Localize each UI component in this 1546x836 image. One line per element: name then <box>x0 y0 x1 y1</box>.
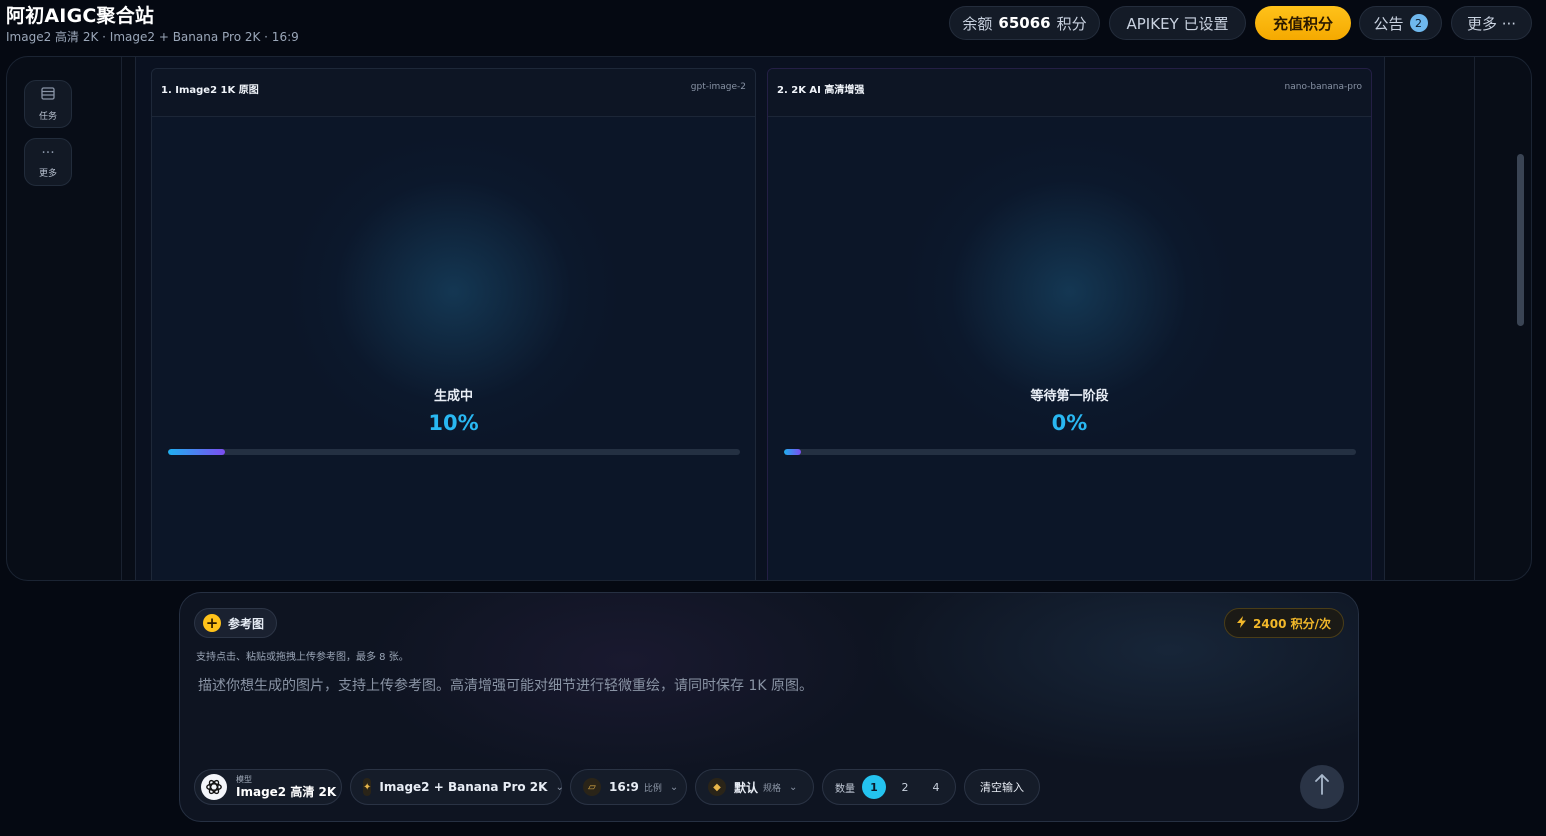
workspace: 任务 ··· 更多 1. Image2 1K 原图 gpt-image-2 生成… <box>6 56 1532 581</box>
count-label: 数量 <box>835 783 855 795</box>
progress-fill <box>168 449 226 455</box>
card-status: 等待第一阶段 <box>1030 389 1109 404</box>
balance-value: 65066 <box>998 14 1051 32</box>
card-title: 1. Image2 1K 原图 <box>161 85 259 96</box>
count-option-1[interactable]: 1 <box>862 775 886 799</box>
card-title: 2. 2K AI 高清增强 <box>777 85 865 96</box>
spec-selector[interactable]: ◆ 默认 规格 ⌄ <box>695 769 814 805</box>
cost-label: 2400 积分/次 <box>1253 616 1331 631</box>
card-header: 2. 2K AI 高清增强 nano-banana-pro <box>768 69 1371 117</box>
cost-badge: 2400 积分/次 <box>1224 608 1344 638</box>
plus-icon: + <box>203 614 221 632</box>
chevron-down-icon: ⌄ <box>789 781 798 793</box>
top-bar: 阿初AIGC聚合站 Image2 高清 2K · Image2 + Banana… <box>0 0 1546 52</box>
model-key: 模型 <box>236 775 252 784</box>
notice-button[interactable]: 公告 2 <box>1359 6 1442 40</box>
balance-button[interactable]: 余额 65066 积分 <box>949 6 1100 40</box>
model-selector[interactable]: 模型 Image2 高清 2K <box>194 769 342 805</box>
upload-hint: 支持点击、粘贴或拖拽上传参考图，最多 8 张。 <box>196 652 409 663</box>
progress-fill <box>784 449 802 455</box>
spec-value: 默认 <box>734 780 759 795</box>
send-button[interactable] <box>1300 765 1344 809</box>
sidebar-item-label: 任务 <box>38 111 57 122</box>
apikey-button[interactable]: APIKEY 已设置 <box>1109 6 1246 40</box>
prompt-composer: + 参考图 2400 积分/次 支持点击、粘贴或拖拽上传参考图，最多 8 张。 … <box>179 592 1359 822</box>
pipeline-label: Image2 + Banana Pro 2K <box>379 780 548 794</box>
model-text: 模型 Image2 高清 2K <box>236 775 336 799</box>
card-percent: 0% <box>1051 411 1088 435</box>
openai-logo-icon <box>201 774 227 800</box>
more-menu-button[interactable]: 更多 ··· <box>1451 6 1532 40</box>
list-icon <box>41 86 55 104</box>
divider <box>1474 57 1475 580</box>
app-subtitle: Image2 高清 2K · Image2 + Banana Pro 2K · … <box>6 30 299 44</box>
reference-image-button[interactable]: + 参考图 <box>194 608 278 638</box>
spec-key: 规格 <box>763 783 782 794</box>
ellipsis-icon: ··· <box>41 145 55 161</box>
sidebar-item-more[interactable]: ··· 更多 <box>24 138 72 186</box>
model-value: Image2 高清 2K <box>236 785 337 799</box>
results-board: 1. Image2 1K 原图 gpt-image-2 生成中 10% 2. 2… <box>135 57 1385 580</box>
bolt-icon <box>1237 615 1247 631</box>
card-status: 生成中 <box>433 389 473 404</box>
scrollbar-thumb[interactable] <box>1517 154 1524 326</box>
clear-input-button[interactable]: 清空输入 <box>964 769 1040 805</box>
ratio-value: 16:9 <box>609 780 639 794</box>
chevron-down-icon: ⌄ <box>669 781 679 793</box>
divider <box>121 57 122 580</box>
count-option-2[interactable]: 2 <box>893 775 917 799</box>
notice-count-badge: 2 <box>1409 14 1428 32</box>
progress-track <box>784 449 1356 455</box>
ratio-key: 比例 <box>643 783 662 794</box>
card-percent: 10% <box>428 411 479 435</box>
sidebar-item-tasks[interactable]: 任务 <box>24 80 72 128</box>
progress-track <box>168 449 740 455</box>
result-card-enhance: 2. 2K AI 高清增强 nano-banana-pro 等待第一阶段 0% <box>767 68 1372 580</box>
sparkle-icon: ✦ <box>363 778 372 796</box>
count-option-4[interactable]: 4 <box>924 775 948 799</box>
notice-label: 公告 <box>1373 14 1404 33</box>
app-title: 阿初AIGC聚合站 <box>6 5 155 27</box>
balance-label: 余额 <box>962 14 993 33</box>
aspect-ratio-icon: ▱ <box>583 778 601 796</box>
sidebar-item-label: 更多 <box>38 169 57 179</box>
card-model: nano-banana-pro <box>1284 82 1362 92</box>
card-header: 1. Image2 1K 原图 gpt-image-2 <box>152 69 755 117</box>
prompt-input[interactable] <box>198 675 1338 755</box>
reference-image-label: 参考图 <box>228 616 265 631</box>
pipeline-selector[interactable]: ✦ Image2 + Banana Pro 2K ⌄ <box>350 769 564 805</box>
chevron-down-icon: ⌄ <box>555 781 564 793</box>
result-card-original: 1. Image2 1K 原图 gpt-image-2 生成中 10% <box>151 68 756 580</box>
arrow-up-icon <box>1315 773 1329 801</box>
count-selector: 数量 1 2 4 <box>822 769 956 805</box>
diamond-icon: ◆ <box>708 778 726 796</box>
card-model: gpt-image-2 <box>690 82 746 92</box>
balance-unit: 积分 <box>1056 14 1087 33</box>
ratio-selector[interactable]: ▱ 16:9 比例 ⌄ <box>570 769 687 805</box>
recharge-button[interactable]: 充值积分 <box>1255 6 1351 40</box>
